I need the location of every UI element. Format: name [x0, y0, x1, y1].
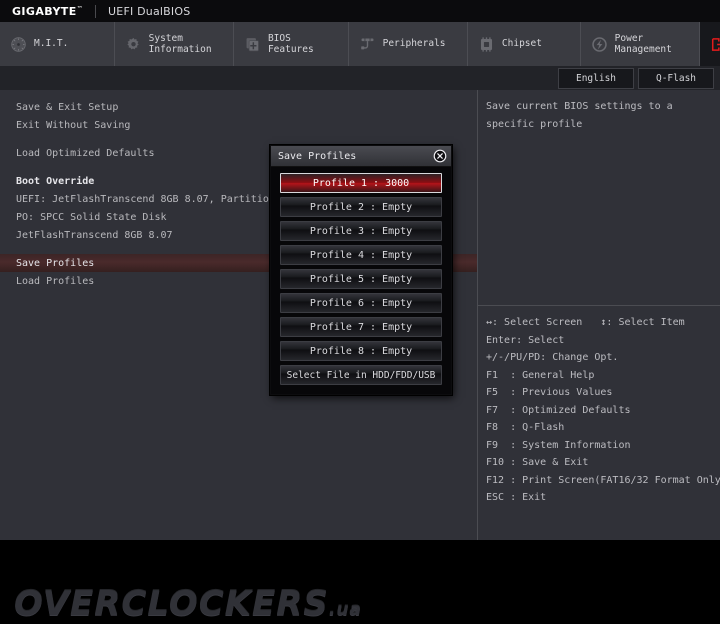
key-legend: ↔: Select Screen ↕: Select Item Enter: S…	[486, 314, 720, 507]
dialog-title: Save Profiles	[278, 150, 357, 162]
chip-plus-icon	[246, 37, 259, 51]
brand-bar: GIGABYTE™ UEFI DualBIOS	[0, 0, 720, 23]
gauge-icon	[11, 36, 26, 52]
key-legend-row: F5 : Previous Values	[486, 387, 613, 398]
profile-button-3[interactable]: Profile 3 : Empty	[280, 221, 442, 241]
save-profiles-dialog: Save Profiles Profile 1 : 3000 Profile 2…	[270, 145, 452, 395]
tab-save-and-exit[interactable]: Save & Exit	[699, 22, 720, 66]
sub-bar: English Q-Flash	[0, 66, 720, 90]
key-legend-row: F7 : Optimized Defaults	[486, 404, 631, 416]
dialog-title-bar: Save Profiles	[271, 146, 451, 167]
tab-chipset-label: Chipset	[501, 38, 542, 50]
key-legend-row: F9 : System Information	[486, 439, 631, 451]
tab-system-information-label: System Information	[148, 32, 212, 56]
key-legend-row: F10 : Save & Exit	[486, 457, 589, 468]
help-description: Save current BIOS settings to a specific…	[486, 98, 714, 142]
tab-power-management-label: Power Management	[614, 32, 672, 56]
profile-button-2[interactable]: Profile 2 : Empty	[280, 197, 442, 217]
close-circle-icon[interactable]	[433, 149, 447, 163]
key-legend-row: ↔: Select Screen ↕: Select Item	[486, 317, 685, 328]
brand-subtitle: UEFI DualBIOS	[108, 4, 191, 18]
overclockers-watermark: OVERCLOCKERS.ua	[14, 584, 414, 624]
key-legend-row: F8 : Q-Flash	[486, 422, 565, 433]
language-button[interactable]: English	[558, 68, 634, 89]
tab-peripherals[interactable]: Peripherals	[349, 22, 468, 66]
tab-mit-label: M.I.T.	[34, 38, 69, 50]
tab-peripherals-label: Peripherals	[382, 38, 446, 50]
gear-icon	[127, 37, 139, 49]
chipset-icon	[480, 36, 492, 52]
select-file-button[interactable]: Select File in HDD/FDD/USB	[280, 365, 442, 385]
key-legend-row: F12 : Print Screen(FAT16/32 Format Only)	[486, 474, 720, 486]
profile-button-1[interactable]: Profile 1 : 3000	[280, 173, 442, 193]
power-bolt-icon	[591, 36, 607, 52]
exit-door-icon	[711, 37, 720, 51]
key-legend-row: Enter: Select	[486, 334, 565, 346]
gigabyte-logo: GIGABYTE™	[0, 5, 83, 18]
profile-button-6[interactable]: Profile 6 : Empty	[280, 293, 442, 313]
bios-screen: GIGABYTE™ UEFI DualBIOS M.I.T. System In…	[0, 0, 720, 624]
dialog-body: Profile 1 : 3000 Profile 2 : Empty Profi…	[271, 167, 451, 393]
help-description-text: Save current BIOS settings to a specific…	[486, 101, 673, 130]
menu-item-exit-without-saving[interactable]: Exit Without Saving	[0, 116, 477, 134]
tab-bios-features[interactable]: BIOS Features	[234, 22, 349, 66]
profile-button-5[interactable]: Profile 5 : Empty	[280, 269, 442, 289]
profile-button-7[interactable]: Profile 7 : Empty	[280, 317, 442, 337]
watermark-suffix: .ua	[328, 600, 362, 620]
menu-item-save-and-exit-setup[interactable]: Save & Exit Setup	[0, 98, 477, 116]
tab-power-management[interactable]: Power Management	[581, 22, 700, 66]
tab-bios-features-label: BIOS Features	[267, 32, 314, 56]
tab-chipset[interactable]: Chipset	[468, 22, 581, 66]
tab-system-information[interactable]: System Information	[115, 22, 234, 66]
key-legend-row: ESC : Exit	[486, 492, 547, 503]
nav-tab-bar: M.I.T. System Information BIOS Features	[0, 22, 720, 66]
brand-divider	[95, 4, 97, 18]
key-legend-row: F1 : General Help	[486, 369, 595, 381]
qflash-button[interactable]: Q-Flash	[638, 68, 714, 89]
menu-spacer	[0, 134, 477, 144]
gigabyte-logo-text: GIGABYTE	[12, 4, 77, 18]
profile-button-8[interactable]: Profile 8 : Empty	[280, 341, 442, 361]
watermark-text: OVERCLOCKERS	[14, 584, 329, 624]
profile-button-4[interactable]: Profile 4 : Empty	[280, 245, 442, 265]
help-divider	[478, 305, 720, 306]
right-pane: Save current BIOS settings to a specific…	[478, 90, 720, 540]
sub-bar-buttons: English Q-Flash	[558, 68, 714, 89]
key-legend-row: +/-/PU/PD: Change Opt.	[486, 352, 619, 363]
tab-mit[interactable]: M.I.T.	[0, 22, 115, 66]
trademark-symbol: ™	[76, 4, 84, 12]
plug-icon	[360, 38, 374, 49]
